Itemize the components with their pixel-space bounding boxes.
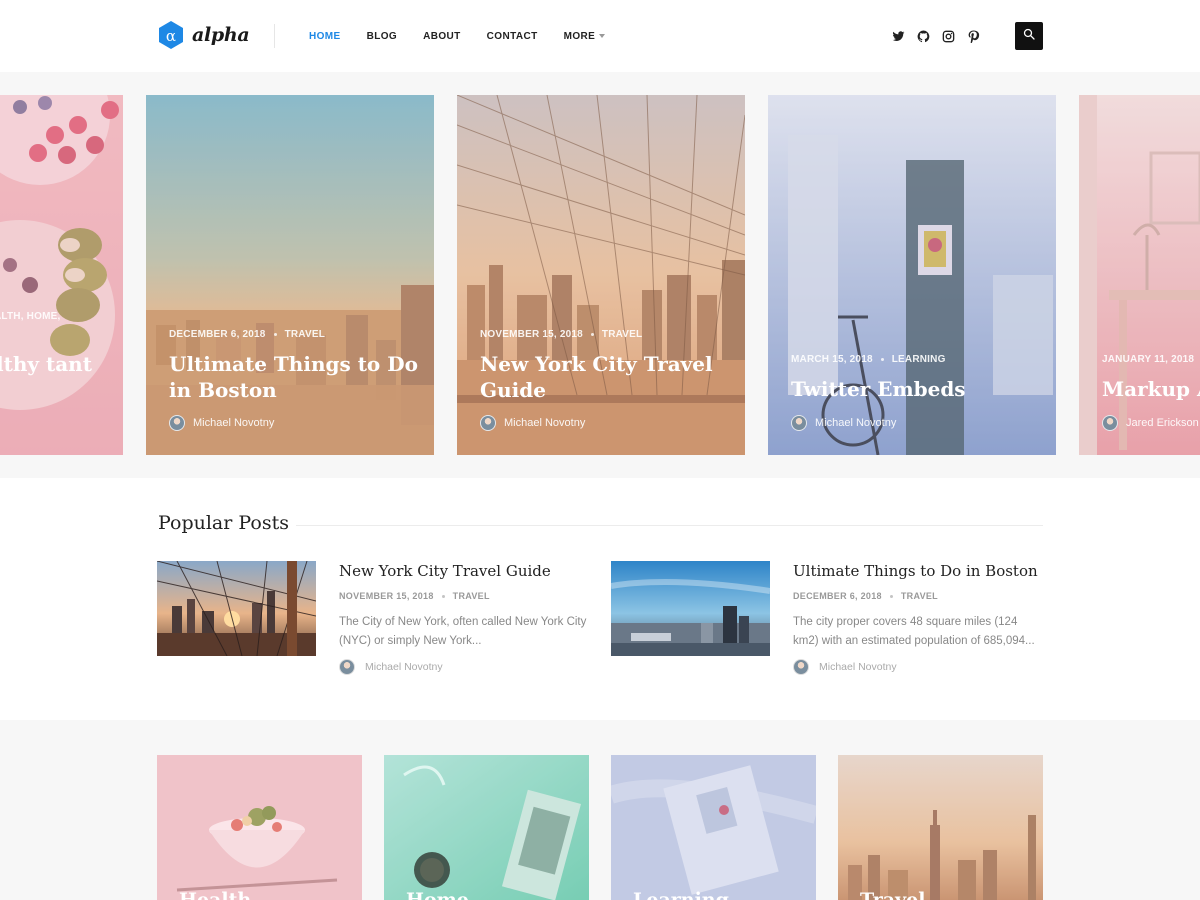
site-header: α alpha HOME BLOG ABOUT CONTACT MORE	[0, 0, 1200, 72]
slide-author: Michael Novotny	[480, 415, 585, 431]
author-name: Michael Novotny	[815, 417, 897, 429]
logo-text: alpha	[192, 24, 250, 46]
slide-title: New York City Travel Guide	[480, 352, 713, 402]
nav-contact[interactable]: CONTACT	[487, 29, 538, 43]
slide-category: LEARNING	[891, 354, 946, 365]
slide-title: lthy tant	[0, 352, 92, 376]
slide-date: NOVEMBER 15, 2018	[480, 329, 583, 340]
slide-meta: JANUARY 11, 2018	[1102, 354, 1194, 365]
author-avatar	[339, 659, 355, 675]
slide-author: Michael Novotny	[791, 415, 896, 431]
post-meta: NOVEMBER 15, 2018 TRAVEL	[339, 591, 490, 601]
post-date: NOVEMBER 15, 2018	[339, 591, 434, 601]
slide-title: Markup An	[1102, 377, 1200, 401]
nav-more[interactable]: MORE	[564, 29, 606, 43]
slide-meta: NOVEMBER 15, 2018 TRAVEL	[480, 329, 642, 340]
nav-about-label: ABOUT	[423, 30, 461, 42]
post-author: Michael Novotny	[793, 659, 897, 675]
author-name[interactable]: Michael Novotny	[819, 661, 897, 673]
category-label: Learning	[633, 889, 729, 900]
author-name[interactable]: Michael Novotny	[365, 661, 443, 673]
slide-date: MARCH 15, 2018	[791, 354, 873, 365]
instagram-icon[interactable]	[942, 30, 955, 43]
svg-text:α: α	[166, 27, 176, 45]
meta-separator	[273, 333, 277, 336]
social-links	[892, 30, 980, 44]
category-card-health[interactable]: Health	[157, 755, 362, 900]
post-title[interactable]: Ultimate Things to Do in Boston	[793, 562, 1038, 580]
category-image	[611, 755, 816, 900]
carousel-slide[interactable]: JANUARY 11, 2018 Markup An Jared Erickso…	[1079, 95, 1200, 455]
slide-meta: DECEMBER 6, 2018 TRAVEL	[169, 329, 325, 340]
category-label: Health	[179, 889, 252, 900]
author-name: Michael Novotny	[193, 417, 275, 429]
nav-blog-label: BLOG	[366, 30, 398, 42]
caret-down-icon	[599, 34, 606, 38]
meta-separator	[880, 358, 884, 361]
nav-contact-label: CONTACT	[486, 30, 538, 42]
site-logo[interactable]: α alpha	[158, 20, 250, 50]
search-button[interactable]	[1015, 22, 1043, 50]
nav-home-label: HOME	[309, 30, 341, 42]
author-avatar	[791, 415, 807, 431]
hexagon-logo-icon: α	[158, 20, 184, 50]
main-nav: HOME BLOG ABOUT CONTACT MORE	[309, 29, 631, 43]
slide-author: Michael Novotny	[169, 415, 274, 431]
post-author: Michael Novotny	[339, 659, 443, 675]
category-image	[384, 755, 589, 900]
slide-category: ALTH, HOME,	[0, 311, 61, 322]
slide-author: Jared Erickson	[1102, 415, 1199, 431]
meta-separator	[590, 333, 594, 336]
nav-more-label: MORE	[563, 30, 596, 42]
post-thumbnail[interactable]	[157, 561, 316, 656]
slide-category: TRAVEL	[284, 329, 326, 340]
meta-separator	[441, 594, 445, 598]
category-image	[157, 755, 362, 900]
slide-meta: MARCH 15, 2018 LEARNING	[791, 354, 946, 365]
github-icon[interactable]	[917, 30, 930, 43]
category-image	[838, 755, 1043, 900]
category-card-home[interactable]: Home	[384, 755, 589, 900]
post-category[interactable]: TRAVEL	[901, 591, 938, 601]
post-excerpt: The city proper covers 48 square miles (…	[793, 616, 1035, 647]
nav-divider	[274, 24, 275, 48]
author-name: Michael Novotny	[504, 417, 586, 429]
carousel-slide[interactable]: MARCH 15, 2018 LEARNING Twitter Embeds M…	[768, 95, 1056, 455]
pinterest-icon[interactable]	[967, 30, 980, 44]
author-avatar	[480, 415, 496, 431]
author-avatar	[793, 659, 809, 675]
post-date: DECEMBER 6, 2018	[793, 591, 882, 601]
section-divider	[296, 525, 1043, 526]
slide-meta: ALTH, HOME,	[0, 311, 60, 322]
nav-about[interactable]: ABOUT	[423, 29, 461, 43]
slide-image	[0, 95, 123, 455]
category-card-travel[interactable]: Travel	[838, 755, 1043, 900]
category-card-learning[interactable]: Learning	[611, 755, 816, 900]
popular-posts-heading: Popular Posts	[158, 512, 289, 534]
featured-carousel: ALTH, HOME, lthy tant DECEMBER 6, 2018 T…	[0, 72, 1200, 478]
slide-title: Twitter Embeds	[791, 377, 966, 401]
meta-separator	[889, 594, 893, 598]
category-label: Travel	[860, 889, 926, 900]
post-title[interactable]: New York City Travel Guide	[339, 562, 551, 580]
search-icon	[1023, 27, 1035, 45]
slide-date: JANUARY 11, 2018	[1102, 354, 1195, 365]
author-avatar	[1102, 415, 1118, 431]
slide-date: DECEMBER 6, 2018	[169, 329, 266, 340]
post-meta: DECEMBER 6, 2018 TRAVEL	[793, 591, 938, 601]
twitter-icon[interactable]	[892, 30, 905, 43]
nav-home[interactable]: HOME	[309, 29, 341, 43]
carousel-slide[interactable]: ALTH, HOME, lthy tant	[0, 95, 123, 455]
category-label: Home	[406, 889, 469, 900]
post-category[interactable]: TRAVEL	[453, 591, 490, 601]
slide-category: TRAVEL	[601, 329, 643, 340]
author-name: Jared Erickson	[1126, 417, 1199, 429]
carousel-slide[interactable]: DECEMBER 6, 2018 TRAVEL Ultimate Things …	[146, 95, 434, 455]
post-excerpt: The City of New York, often called New Y…	[339, 616, 587, 647]
slide-title: Ultimate Things to Do in Boston	[169, 352, 418, 402]
nav-blog[interactable]: BLOG	[367, 29, 398, 43]
carousel-slide[interactable]: NOVEMBER 15, 2018 TRAVEL New York City T…	[457, 95, 745, 455]
post-thumbnail[interactable]	[611, 561, 770, 656]
author-avatar	[169, 415, 185, 431]
